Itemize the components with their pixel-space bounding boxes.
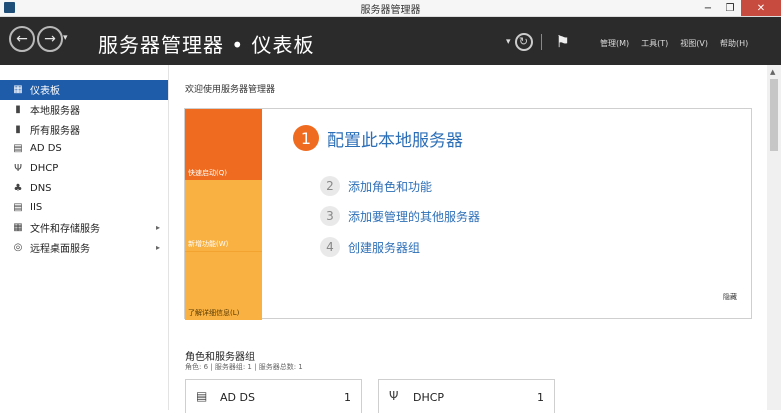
arrow-left-icon: ←	[16, 31, 28, 47]
welcome-heading: 欢迎使用服务器管理器	[185, 85, 276, 95]
step-link[interactable]: 创建服务器组	[348, 239, 420, 256]
window-controls: − ❐ ✕	[697, 0, 781, 16]
header-actions: ▾ ↻ ⚑	[506, 32, 570, 51]
sidebar-item-dhcp[interactable]: Ψ DHCP	[0, 159, 168, 179]
step-number: 4	[320, 237, 340, 257]
tile-count: 1	[344, 391, 351, 404]
tile-name: AD DS	[220, 391, 255, 404]
menu-manage[interactable]: 管理(M)	[600, 38, 629, 49]
chevron-right-icon[interactable]: ▸	[156, 243, 160, 252]
scroll-thumb[interactable]	[770, 79, 778, 151]
welcome-panel: 快速启动(Q) 新增功能(W) 了解详细信息(L) 1 配置此本地服务器 2 添…	[184, 108, 752, 320]
tab-whats-new[interactable]: 新增功能(W)	[185, 180, 262, 251]
sidebar-item-label: 所有服务器	[30, 125, 80, 137]
role-tile-ad-ds[interactable]: ▤ AD DS 1	[185, 379, 362, 413]
notifications-flag-icon[interactable]: ⚑	[556, 32, 570, 51]
step-add-roles[interactable]: 2 添加角色和功能	[320, 176, 432, 196]
app-header: ← → ▾ 服务器管理器 • 仪表板 ▾ ↻ ⚑ 管理(M) 工具(T) 视图(…	[0, 17, 781, 65]
step-number: 3	[320, 206, 340, 226]
roles-heading: 角色和服务器组	[185, 352, 255, 363]
sidebar-item-label: 本地服务器	[30, 106, 80, 118]
main-content: 欢迎使用服务器管理器 快速启动(Q) 新增功能(W) 了解详细信息(L) 1 配…	[169, 65, 767, 413]
main-menu: 管理(M) 工具(T) 视图(V) 帮助(H)	[600, 38, 748, 49]
page-title: 服务器管理器 • 仪表板	[98, 33, 315, 57]
tile-count: 1	[537, 391, 544, 404]
window-title: 服务器管理器	[360, 5, 421, 16]
ad-ds-icon: ▤	[13, 143, 23, 155]
step-number-badge: 1	[293, 125, 319, 151]
sidebar-item-dns[interactable]: ♣ DNS	[0, 178, 168, 198]
separator	[540, 33, 542, 50]
dropdown-icon[interactable]: ▾	[506, 37, 511, 47]
chevron-right-icon[interactable]: ▸	[156, 223, 160, 232]
menu-help[interactable]: 帮助(H)	[720, 38, 748, 49]
step-link[interactable]: 添加角色和功能	[348, 178, 432, 195]
sidebar-item-label: DHCP	[30, 163, 59, 175]
sidebar-item-file-storage[interactable]: ▦ 文件和存储服务 ▸	[0, 218, 168, 238]
dhcp-icon: Ψ	[389, 389, 399, 403]
dns-icon: ♣	[13, 182, 23, 194]
history-dropdown[interactable]: ▾	[63, 33, 68, 43]
hide-link[interactable]: 隐藏	[723, 292, 737, 302]
sidebar-item-label: 远程桌面服务	[30, 243, 90, 255]
vertical-scrollbar[interactable]: ▲	[767, 65, 781, 410]
remote-desktop-icon: ◎	[13, 241, 23, 253]
storage-icon: ▦	[13, 222, 23, 234]
step-number: 2	[320, 176, 340, 196]
role-tile-dhcp[interactable]: Ψ DHCP 1	[378, 379, 555, 413]
ad-ds-icon: ▤	[196, 389, 208, 403]
sidebar-item-label: 仪表板	[30, 86, 60, 98]
menu-view[interactable]: 视图(V)	[680, 38, 708, 49]
step-link[interactable]: 添加要管理的其他服务器	[348, 208, 480, 225]
scroll-up-icon[interactable]: ▲	[770, 68, 775, 76]
arrow-right-icon: →	[44, 31, 56, 47]
menu-tools[interactable]: 工具(T)	[641, 38, 668, 49]
sidebar-item-label: IIS	[30, 202, 43, 214]
sidebar-item-label: AD DS	[30, 143, 62, 155]
sidebar-item-local-server[interactable]: ▮ 本地服务器	[0, 100, 168, 120]
sidebar-item-remote-desktop[interactable]: ◎ 远程桌面服务 ▸	[0, 238, 168, 258]
sidebar-item-label: 文件和存储服务	[30, 224, 100, 236]
tile-name: DHCP	[413, 391, 445, 404]
iis-icon: ▤	[13, 202, 23, 214]
server-icon: ▮	[15, 104, 21, 116]
sidebar-item-all-servers[interactable]: ▮ 所有服务器	[0, 119, 168, 139]
sidebar-item-label: DNS	[30, 182, 52, 194]
refresh-button[interactable]: ↻	[514, 32, 533, 51]
step-link[interactable]: 配置此本地服务器	[327, 126, 463, 151]
forward-button[interactable]: →	[37, 26, 63, 52]
dashboard-icon: ▦	[13, 84, 23, 96]
sidebar-item-dashboard[interactable]: ▦ 仪表板	[0, 80, 168, 100]
maximize-button[interactable]: ❐	[719, 0, 741, 16]
sidebar-item-ad-ds[interactable]: ▤ AD DS	[0, 139, 168, 159]
step-configure-local-server[interactable]: 1 配置此本地服务器	[293, 125, 463, 151]
servers-icon: ▮	[15, 123, 21, 135]
tab-quick-start[interactable]: 快速启动(Q)	[185, 109, 262, 180]
refresh-icon: ↻	[518, 35, 529, 48]
back-button[interactable]: ←	[9, 26, 35, 52]
sidebar-item-iis[interactable]: ▤ IIS	[0, 198, 168, 218]
dhcp-icon: Ψ	[14, 163, 22, 175]
roles-summary: 角色: 6 | 服务器组: 1 | 服务器总数: 1	[185, 363, 303, 371]
close-button[interactable]: ✕	[741, 0, 781, 16]
step-add-servers[interactable]: 3 添加要管理的其他服务器	[320, 206, 480, 226]
title-bar: 服务器管理器 − ❐ ✕	[0, 0, 781, 17]
minimize-button[interactable]: −	[697, 0, 719, 16]
tab-learn-more[interactable]: 了解详细信息(L)	[185, 251, 262, 320]
sidebar: ▦ 仪表板 ▮ 本地服务器 ▮ 所有服务器 ▤ AD DS Ψ DHCP ♣ D…	[0, 80, 168, 257]
step-create-group[interactable]: 4 创建服务器组	[320, 237, 420, 257]
